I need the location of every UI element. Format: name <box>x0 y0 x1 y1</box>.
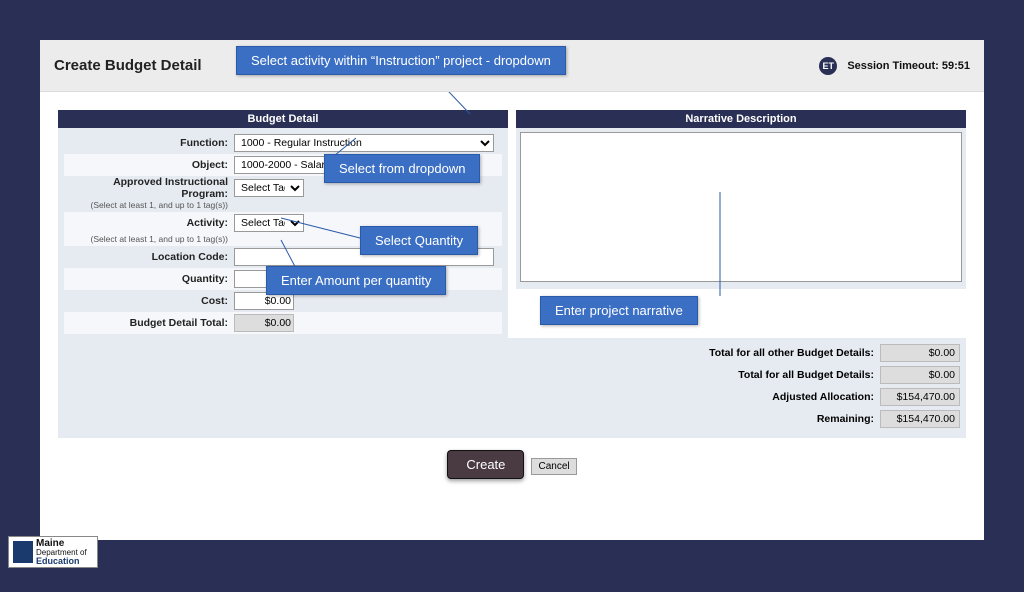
adjusted-allocation-value: $154,470.00 <box>880 388 960 406</box>
narrative-textarea[interactable] <box>520 132 962 282</box>
budget-detail-column: Budget Detail Function: 1000 - Regular I… <box>58 110 508 338</box>
session-timeout: Session Timeout: 59:51 <box>847 60 970 72</box>
bdt-label: Budget Detail Total: <box>64 317 234 329</box>
app-sheet: Create Budget Detail ET Session Timeout:… <box>40 40 984 540</box>
callout-dropdown: Select from dropdown <box>324 154 480 183</box>
cost-label: Cost: <box>64 295 234 307</box>
object-label: Object: <box>64 159 234 171</box>
bdt-value: $0.00 <box>234 314 294 332</box>
aip-hint: (Select at least 1, and up to 1 tag(s)) <box>64 200 234 210</box>
aip-label: Approved Instructional Program: <box>64 176 234 200</box>
cancel-button[interactable]: Cancel <box>531 458 576 475</box>
adjusted-allocation-label: Adjusted Allocation: <box>772 391 874 403</box>
button-row: Create Cancel <box>58 438 966 491</box>
logo-flag-icon <box>13 541 33 563</box>
aip-select[interactable]: Select Tag <box>234 179 304 197</box>
total-all-label: Total for all Budget Details: <box>738 369 874 381</box>
total-other-value: $0.00 <box>880 344 960 362</box>
activity-label: Activity: <box>64 217 234 229</box>
page-title: Create Budget Detail <box>54 57 202 74</box>
callout-narrative: Enter project narrative <box>540 296 698 325</box>
budget-detail-header: Budget Detail <box>58 110 508 128</box>
create-button[interactable]: Create <box>447 450 524 479</box>
totals-section: Total for all other Budget Details: $0.0… <box>58 338 966 438</box>
activity-hint: (Select at least 1, and up to 1 tag(s)) <box>64 234 234 244</box>
total-all-value: $0.00 <box>880 366 960 384</box>
callout-activity: Select activity within “Instruction” pro… <box>236 46 566 75</box>
quantity-label: Quantity: <box>64 273 234 285</box>
function-select[interactable]: 1000 - Regular Instruction <box>234 134 494 152</box>
narrative-header: Narrative Description <box>516 110 966 128</box>
callout-amount: Enter Amount per quantity <box>266 266 446 295</box>
remaining-value: $154,470.00 <box>880 410 960 428</box>
total-other-label: Total for all other Budget Details: <box>709 347 874 359</box>
callout-quantity: Select Quantity <box>360 226 478 255</box>
user-badge[interactable]: ET <box>819 57 837 75</box>
content-area: Budget Detail Function: 1000 - Regular I… <box>40 92 984 491</box>
function-label: Function: <box>64 137 234 149</box>
activity-select[interactable]: Select Tag <box>234 214 304 232</box>
remaining-label: Remaining: <box>817 413 874 425</box>
location-label: Location Code: <box>64 251 234 263</box>
maine-doe-logo: Maine Department of Education <box>8 536 98 568</box>
